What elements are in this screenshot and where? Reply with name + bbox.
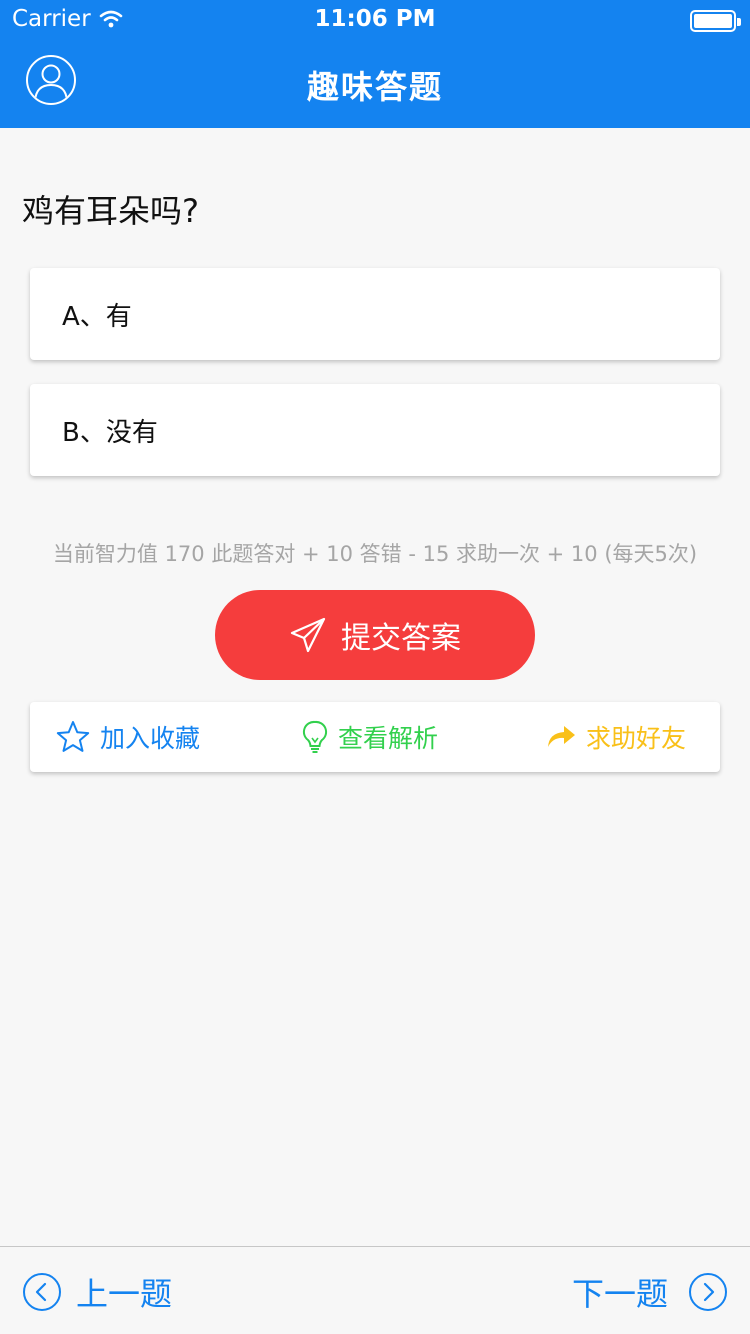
- analysis-label: 查看解析: [338, 724, 439, 753]
- help-label: 求助好友: [586, 724, 687, 753]
- bottom-nav-bar: 上一题 下一题: [0, 1246, 750, 1334]
- chevron-left-circle-icon: [23, 1273, 61, 1311]
- previous-question-button[interactable]: 上一题: [22, 1269, 172, 1315]
- next-question-button[interactable]: 下一题: [572, 1269, 728, 1315]
- option-b[interactable]: B、没有: [30, 384, 720, 476]
- star-icon: [56, 721, 90, 752]
- prev-label: 上一题: [76, 1275, 173, 1313]
- add-favorite-button[interactable]: 加入收藏: [56, 702, 200, 772]
- submit-label: 提交答案: [341, 621, 461, 656]
- status-time: 11:06 PM: [314, 6, 436, 32]
- option-a[interactable]: A、有: [30, 268, 720, 360]
- page-title: 趣味答题: [306, 68, 443, 106]
- question-text: 鸡有耳朵吗?: [22, 192, 199, 230]
- score-info: 当前智力值 170 此题答对 + 10 答错 - 15 求助一次 + 10 (每…: [52, 542, 698, 566]
- chevron-right-circle-icon: [689, 1273, 727, 1311]
- option-label: A、有: [62, 301, 132, 332]
- status-bar: Carrier 11:06 PM: [0, 0, 750, 40]
- paper-plane-icon: [290, 617, 326, 653]
- ask-friend-button[interactable]: 求助好友: [546, 702, 686, 772]
- next-label: 下一题: [571, 1275, 668, 1313]
- share-arrow-icon: [548, 726, 575, 747]
- option-label: B、没有: [62, 417, 158, 448]
- favorite-label: 加入收藏: [100, 724, 201, 753]
- lightbulb-icon: [302, 720, 328, 753]
- action-bar: 加入收藏 查看解析 求助好友: [30, 702, 720, 772]
- view-analysis-button[interactable]: 查看解析: [302, 702, 438, 772]
- app-header: Carrier 11:06 PM 趣味答题: [0, 0, 750, 128]
- submit-answer-button[interactable]: 提交答案: [215, 590, 535, 680]
- battery-icon: [690, 10, 741, 32]
